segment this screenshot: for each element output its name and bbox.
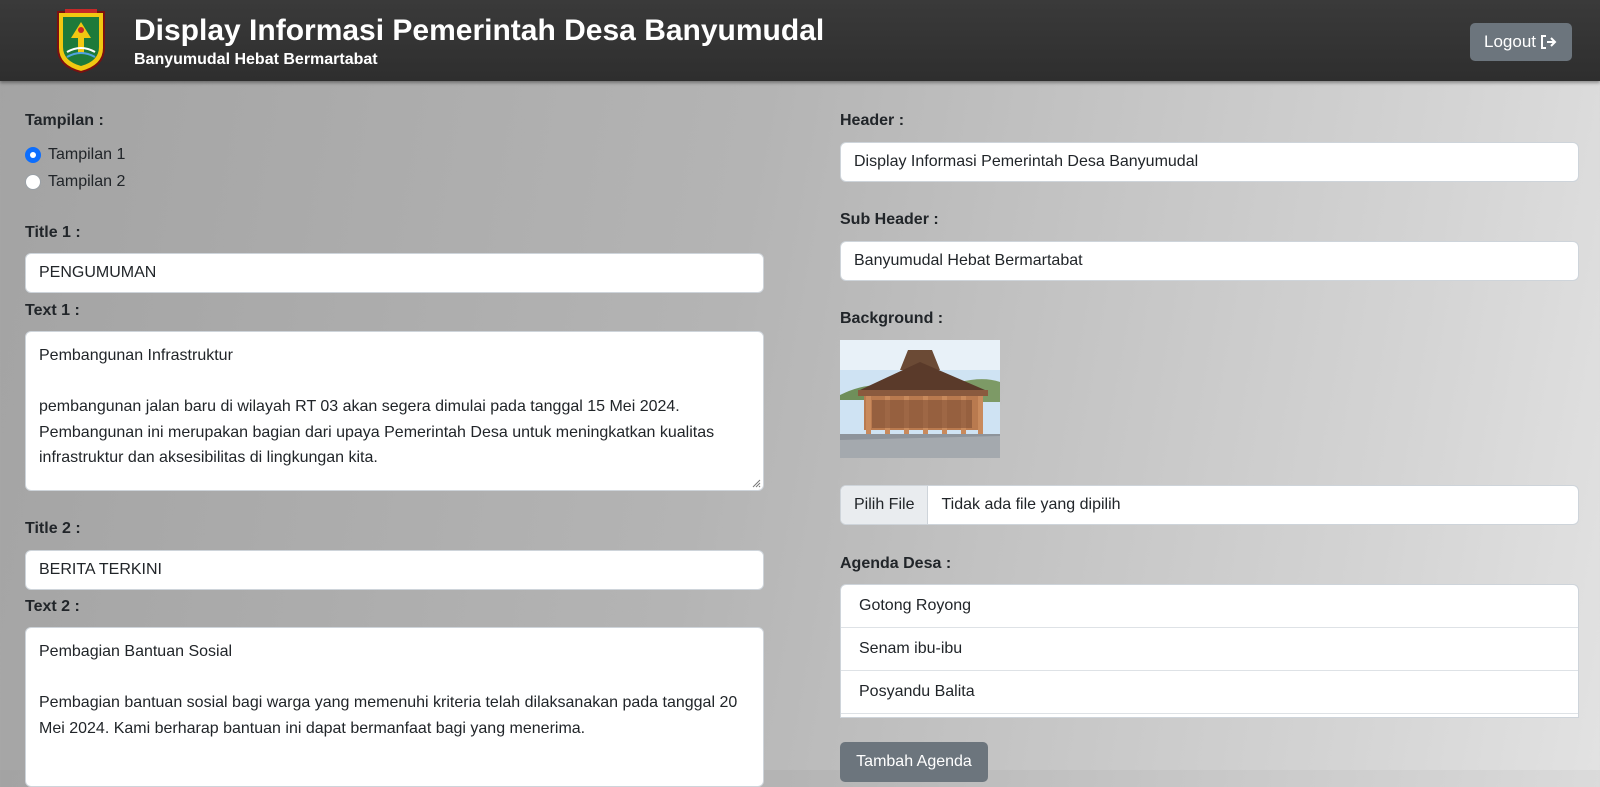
radio-button-checked[interactable] (25, 147, 41, 163)
logout-button[interactable]: Logout (1470, 23, 1572, 61)
tampilan-label: Tampilan : (25, 112, 104, 129)
radio-button[interactable] (25, 174, 41, 190)
subheader-input[interactable]: Banyumudal Hebat Bermartabat (840, 241, 1579, 281)
app-title: Display Informasi Pemerintah Desa Banyum… (134, 14, 825, 47)
title2-input[interactable]: BERITA TERKINI (25, 550, 764, 590)
app-subtitle: Banyumudal Hebat Bermartabat (134, 51, 378, 68)
background-image-thumbnail (840, 340, 1000, 458)
radio-label: Tampilan 2 (48, 173, 126, 190)
background-label: Background : (840, 310, 944, 327)
text1-label: Text 1 : (25, 302, 80, 319)
agenda-item[interactable]: Senam ibu-ibu (841, 628, 1578, 671)
logout-label: Logout (1484, 32, 1536, 51)
radio-label: Tampilan 1 (48, 146, 126, 163)
top-bar: Display Informasi Pemerintah Desa Banyum… (0, 0, 1600, 81)
file-input[interactable]: Pilih File Tidak ada file yang dipilih (840, 485, 1579, 525)
text1-heading: Pembangunan Infrastruktur (39, 347, 233, 364)
title2-label: Title 2 : (25, 520, 81, 537)
text2-label: Text 2 : (25, 598, 80, 615)
radio-tampilan-1[interactable]: Tampilan 1 (25, 146, 125, 164)
file-status: Tidak ada file yang dipilih (941, 496, 1121, 513)
text1-textarea[interactable]: Pembangunan Infrastruktur pembangunan ja… (25, 331, 764, 491)
sign-out-icon (1541, 35, 1557, 49)
text2-textarea[interactable]: Pembagian Bantuan Sosial Pembagian bantu… (25, 627, 764, 787)
text1-body: pembangunan jalan baru di wilayah RT 03 … (39, 398, 715, 466)
agenda-item[interactable]: Gotong Royong (841, 585, 1578, 628)
header-label: Header : (840, 112, 905, 129)
resize-grip-icon[interactable] (752, 479, 761, 488)
choose-file-button[interactable]: Pilih File (841, 486, 929, 524)
agenda-item[interactable]: Posyandu Balita (841, 671, 1578, 714)
village-emblem-icon (57, 9, 105, 74)
agenda-label: Agenda Desa : (840, 555, 952, 572)
text2-heading: Pembagian Bantuan Sosial (39, 643, 233, 660)
text2-body: Pembagian bantuan sosial bagi warga yang… (39, 694, 738, 737)
add-agenda-button[interactable]: Tambah Agenda (840, 742, 988, 782)
radio-tampilan-2[interactable]: Tampilan 2 (25, 173, 125, 191)
title1-input[interactable]: PENGUMUMAN (25, 253, 764, 293)
subheader-label: Sub Header : (840, 211, 939, 228)
header-input[interactable]: Display Informasi Pemerintah Desa Banyum… (840, 142, 1579, 182)
title1-label: Title 1 : (25, 224, 81, 241)
agenda-list: Gotong Royong Senam ibu-ibu Posyandu Bal… (840, 584, 1579, 718)
